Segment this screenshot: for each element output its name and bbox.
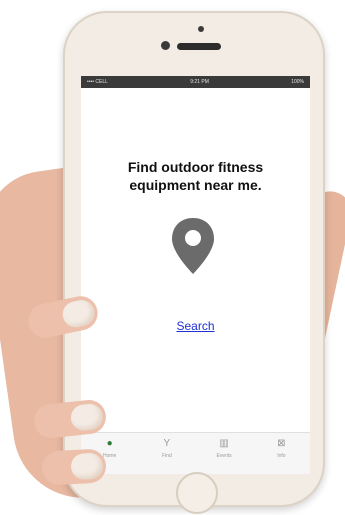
- tab-find[interactable]: Y Find: [142, 438, 192, 459]
- search-link[interactable]: Search: [81, 319, 310, 333]
- phone-frame: •••• CELL 9:21 PM 100% Find outdoor fitn…: [63, 11, 325, 514]
- fitness-icon: Y: [163, 438, 171, 449]
- tab-label: Home: [102, 453, 117, 459]
- app-screen: •••• CELL 9:21 PM 100% Find outdoor fitn…: [81, 76, 310, 474]
- tab-events[interactable]: ▥ Events: [199, 438, 249, 459]
- chart-icon: ▥: [219, 438, 229, 449]
- fingernail: [60, 297, 98, 330]
- fingernail: [70, 452, 104, 481]
- front-camera-icon: [161, 41, 170, 50]
- globe-icon: ●: [106, 438, 113, 449]
- status-bar: •••• CELL 9:21 PM 100%: [81, 76, 310, 88]
- tab-bar: ● Home Y Find ▥ Events ⊠ Info: [81, 432, 310, 474]
- fingernail: [69, 402, 105, 432]
- tab-label: Events: [216, 453, 232, 459]
- status-time: 9:21 PM: [190, 79, 209, 85]
- page-title: Find outdoor fitness equipment near me.: [127, 159, 264, 193]
- status-carrier: •••• CELL: [87, 79, 108, 85]
- finger: [41, 448, 107, 486]
- home-button[interactable]: [176, 472, 218, 514]
- front-sensor-icon: [198, 26, 204, 32]
- tab-info[interactable]: ⊠ Info: [256, 438, 306, 459]
- status-battery: 100%: [291, 79, 304, 85]
- earpiece-speaker: [177, 43, 221, 50]
- info-icon: ⊠: [277, 438, 286, 449]
- tab-label: Info: [277, 453, 286, 459]
- tab-label: Find: [162, 453, 172, 459]
- map-pin-icon: [172, 218, 214, 274]
